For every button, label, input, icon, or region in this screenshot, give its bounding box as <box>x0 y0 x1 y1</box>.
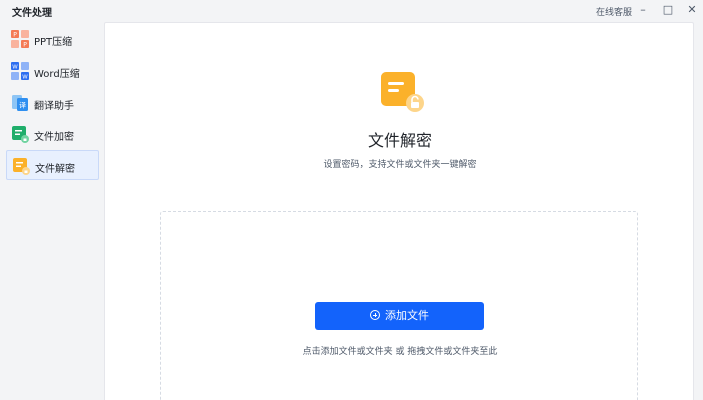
sidebar-item-file-encrypt[interactable]: 文件加密 <box>6 119 99 149</box>
window-edge <box>694 22 703 400</box>
online-service-link[interactable]: 在线客服 <box>596 5 632 18</box>
add-file-label: 添加文件 <box>385 309 429 322</box>
sidebar-item-label: 文件解密 <box>35 164 75 175</box>
close-button[interactable]: ✕ <box>685 3 699 17</box>
svg-text:P: P <box>13 32 17 39</box>
add-file-button[interactable]: 添加文件 <box>315 302 484 330</box>
page-subtitle: 设置密码，支持文件或文件夹一键解密 <box>323 160 477 170</box>
svg-text:W: W <box>22 75 28 81</box>
sidebar-item-label: PPT压缩 <box>34 37 73 48</box>
file-decrypt-icon <box>381 72 424 112</box>
sidebar-item-label: 翻译助手 <box>34 101 74 112</box>
svg-text:P: P <box>23 42 27 49</box>
file-encrypt-icon <box>12 126 29 143</box>
sidebar-item-label: 文件加密 <box>34 132 74 143</box>
plus-circle-icon <box>370 310 380 320</box>
word-compress-icon: W W <box>11 62 29 81</box>
title-bar: 文件处理 在线客服 – □ ✕ <box>0 0 703 22</box>
svg-text:译: 译 <box>19 102 26 110</box>
file-decrypt-icon <box>13 158 30 175</box>
sidebar-item-word-compress[interactable]: W W Word压缩 <box>6 56 99 86</box>
page-title: 文件解密 <box>367 131 432 150</box>
sidebar-item-translate[interactable]: 译 翻译助手 <box>6 88 99 118</box>
svg-text:W: W <box>12 65 18 71</box>
ppt-compress-icon: P P <box>11 30 29 49</box>
sidebar-item-ppt-compress[interactable]: P P PPT压缩 <box>6 24 99 54</box>
minimize-button[interactable]: – <box>636 3 650 17</box>
drop-hint-text: 点击添加文件或文件夹 或 拖拽文件或文件夹至此 <box>302 347 498 357</box>
sidebar-item-label: Word压缩 <box>34 69 80 80</box>
main-panel: 文件解密 设置密码，支持文件或文件夹一键解密 添加文件 点击添加文件或文件夹 或… <box>104 22 694 400</box>
sidebar-item-file-decrypt[interactable]: 文件解密 <box>6 150 99 180</box>
app-title: 文件处理 <box>12 8 52 19</box>
maximize-button[interactable]: □ <box>661 3 675 17</box>
translate-icon: 译 <box>12 95 28 111</box>
sidebar: P P PPT压缩 W W Word压缩 译 翻译助手 文件加密 文件解密 <box>0 22 104 400</box>
file-drop-zone[interactable]: 添加文件 点击添加文件或文件夹 或 拖拽文件或文件夹至此 <box>160 211 638 400</box>
